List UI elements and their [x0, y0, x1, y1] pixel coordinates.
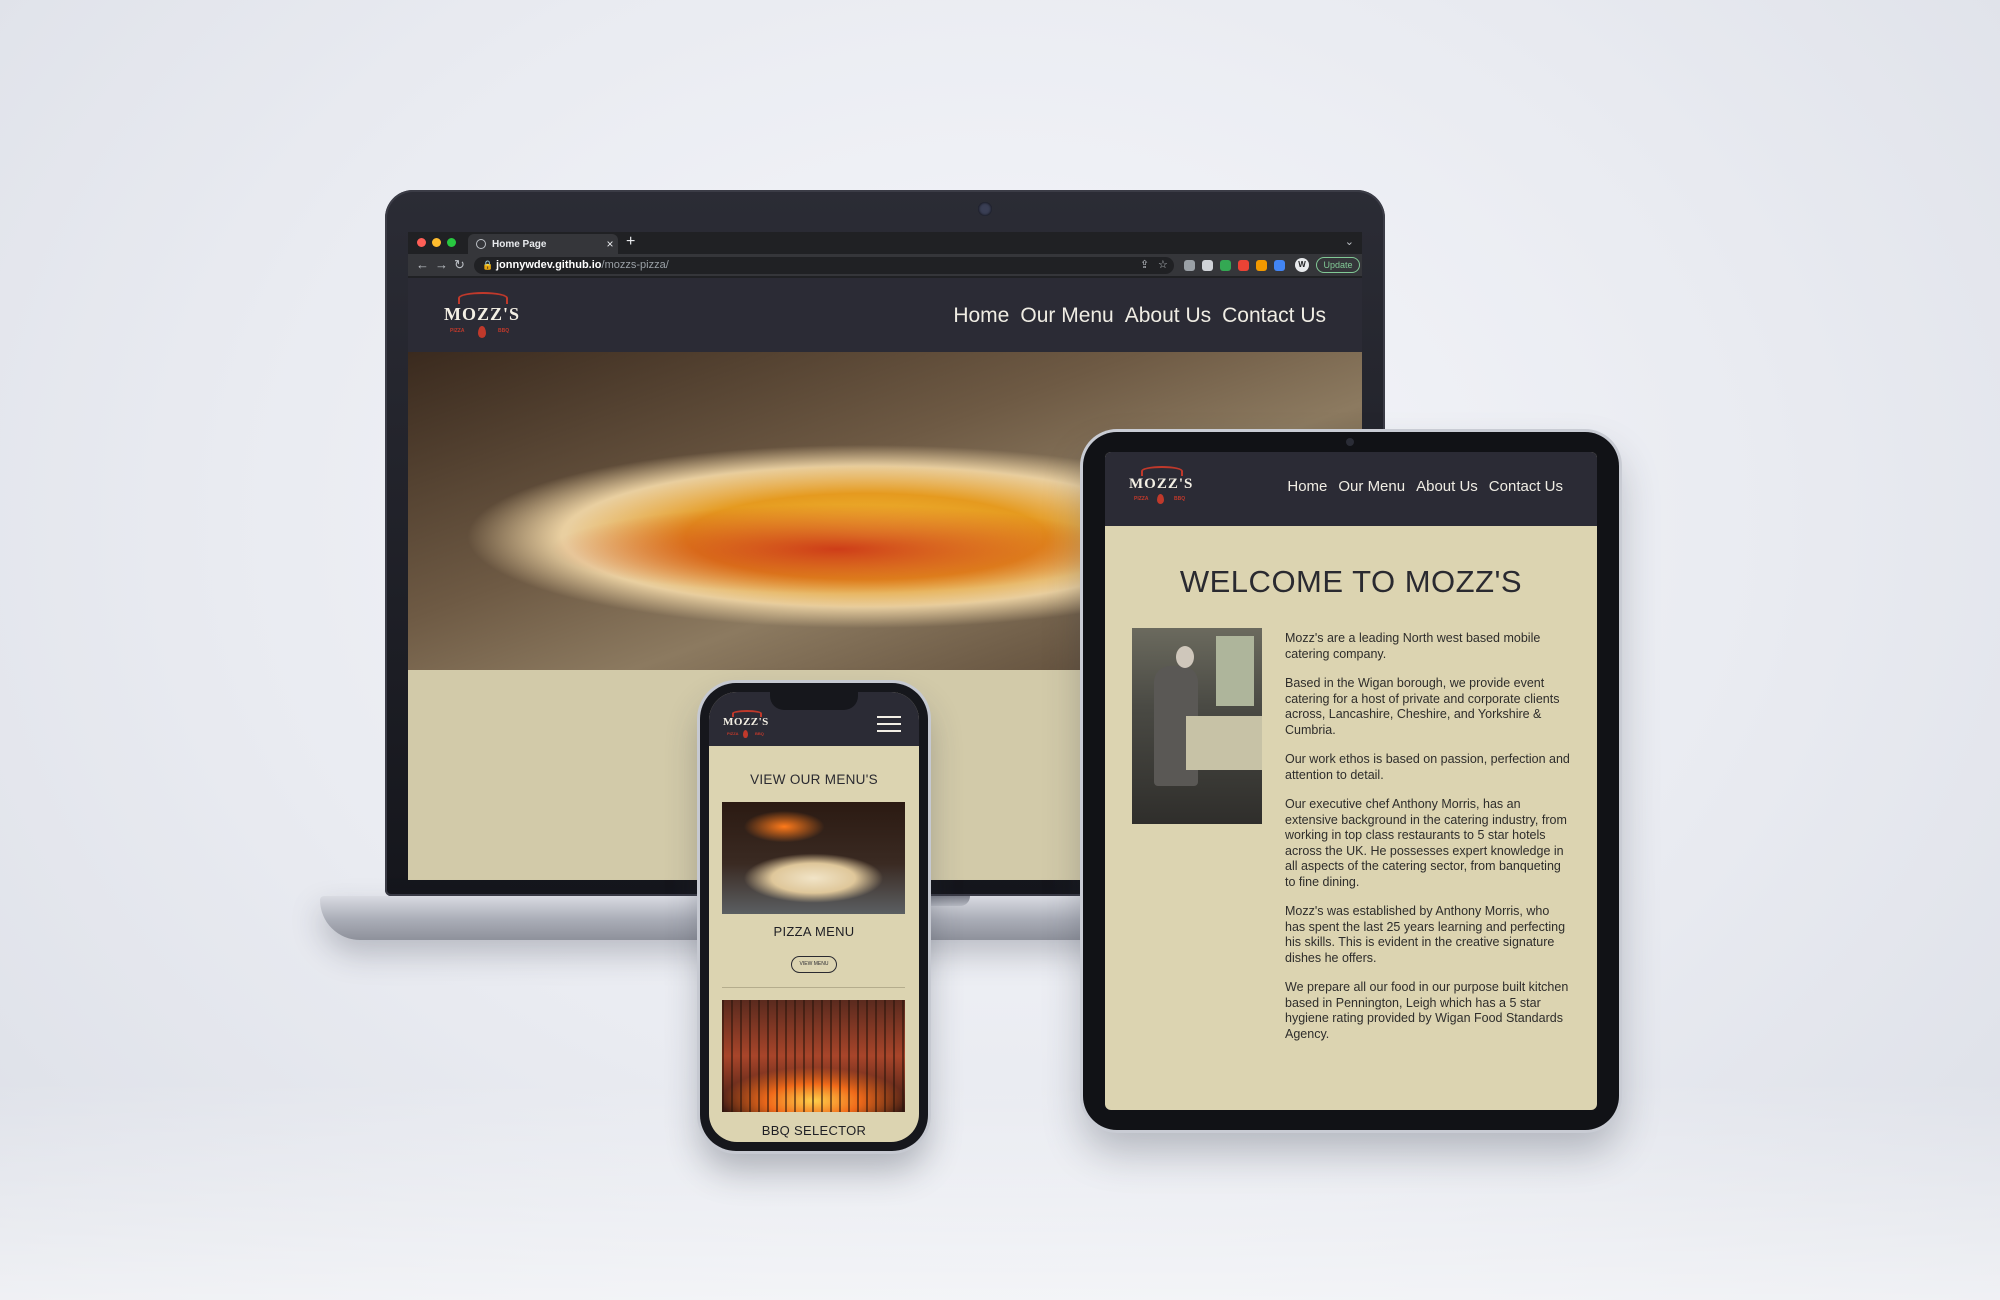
tablet-camera: [1346, 438, 1354, 446]
reload-icon[interactable]: ↻: [454, 257, 465, 273]
about-paragraph: Mozz's was established by Anthony Morris…: [1285, 904, 1566, 965]
brand-logo[interactable]: MOZZ'S PIZZA BBQ: [444, 292, 524, 342]
url-input[interactable]: 🔒 jonnywdev.github.io/mozzs-pizza/ ⇪ ☆: [474, 257, 1174, 274]
desktop-nav: Home Our Menu About Us Contact Us: [953, 304, 1326, 328]
reflective-floor: [0, 1080, 2000, 1300]
nav-home[interactable]: Home: [953, 304, 1009, 328]
laptop-camera: [978, 202, 992, 216]
bbq-selector-image[interactable]: [722, 1000, 905, 1112]
about-paragraph: Mozz's are a leading North west based mo…: [1285, 631, 1541, 661]
pizza-menu-image[interactable]: [722, 802, 905, 914]
extension-note-icon[interactable]: [1202, 260, 1213, 271]
nav-about-us[interactable]: About Us: [1416, 478, 1478, 495]
nav-our-menu[interactable]: Our Menu: [1020, 304, 1113, 328]
nav-contact-us[interactable]: Contact Us: [1489, 478, 1563, 495]
brand-logo[interactable]: MOZZ'S PIZZA BBQ: [1129, 466, 1199, 512]
tablet-nav: Home Our Menu About Us Contact Us: [1287, 478, 1563, 495]
phone-screen: MOZZ'S PIZZA BBQ VIEW OUR MENU'S PIZZA M…: [709, 692, 919, 1142]
tablet-device: MOZZ'S PIZZA BBQ Home Our Menu About Us …: [1083, 432, 1619, 1130]
about-paragraph: Based in the Wigan borough, we provide e…: [1285, 676, 1560, 737]
logo-bbq-tag: BBQ: [755, 731, 764, 736]
menus-heading: VIEW OUR MENU'S: [750, 772, 878, 787]
forward-arrow-icon[interactable]: →: [435, 257, 448, 273]
nav-our-menu[interactable]: Our Menu: [1338, 478, 1405, 495]
logo-pizza-tag: PIZZA: [450, 328, 465, 334]
flame-icon: [1157, 494, 1164, 504]
logo-arc: [1141, 466, 1183, 476]
browser-toolbar: ← → ↻ 🔒 jonnywdev.github.io/mozzs-pizza/…: [408, 254, 1362, 276]
browser-tab-strip: Home Page × + ⌄: [408, 232, 1362, 254]
welcome-title: WELCOME TO MOZZ'S: [1179, 564, 1523, 599]
view-menu-button[interactable]: VIEW MENU: [791, 956, 837, 973]
extension-video-icon[interactable]: [1274, 260, 1285, 271]
about-paragraph: Our executive chef Anthony Morris, has a…: [1285, 797, 1567, 889]
about-paragraph: Our work ethos is based on passion, perf…: [1285, 752, 1570, 782]
chef-photo: [1132, 628, 1262, 824]
lock-icon: 🔒: [482, 260, 494, 270]
logo-wordmark: MOZZ'S: [723, 716, 769, 728]
browser-tab[interactable]: Home Page ×: [468, 234, 618, 254]
star-icon[interactable]: ☆: [1158, 257, 1168, 274]
flame-icon: [478, 326, 486, 338]
extension-colorful-icon[interactable]: [1256, 260, 1267, 271]
photo-window: [1216, 636, 1254, 706]
logo-bbq-tag: BBQ: [498, 328, 510, 334]
bbq-selector-label: BBQ SELECTOR: [761, 1123, 867, 1138]
tab-search-button[interactable]: ⌄: [1345, 235, 1354, 248]
tab-close-button[interactable]: ×: [602, 237, 618, 251]
photo-counter: [1186, 716, 1262, 770]
logo-arc: [458, 292, 508, 304]
photo-chef-head: [1176, 646, 1194, 668]
section-divider: [722, 987, 905, 988]
logo-pizza-tag: PIZZA: [727, 731, 739, 736]
phone-notch: [770, 692, 858, 710]
nav-home[interactable]: Home: [1287, 478, 1327, 495]
phone-device: MOZZ'S PIZZA BBQ VIEW OUR MENU'S PIZZA M…: [700, 683, 928, 1151]
hamburger-menu-icon[interactable]: [877, 716, 901, 737]
window-minimize-dot[interactable]: [432, 238, 441, 247]
extension-adblock-icon[interactable]: [1238, 260, 1249, 271]
about-paragraph: We prepare all our food in our purpose b…: [1285, 980, 1569, 1041]
tab-title: Home Page: [492, 238, 547, 250]
update-button[interactable]: Update: [1316, 257, 1360, 273]
window-close-dot[interactable]: [417, 238, 426, 247]
logo-wordmark: MOZZ'S: [1129, 476, 1194, 492]
extension-camera-icon[interactable]: [1184, 260, 1195, 271]
pizza-menu-label: PIZZA MENU: [773, 924, 855, 939]
about-text: Mozz's are a leading North west based mo…: [1285, 631, 1571, 1056]
window-zoom-dot[interactable]: [447, 238, 456, 247]
tablet-screen: MOZZ'S PIZZA BBQ Home Our Menu About Us …: [1105, 452, 1597, 1110]
flame-icon: [743, 730, 748, 738]
nav-about-us[interactable]: About Us: [1125, 304, 1211, 328]
nav-contact-us[interactable]: Contact Us: [1222, 304, 1326, 328]
logo-pizza-tag: PIZZA: [1134, 496, 1149, 502]
url-host: jonnywdev.github.io: [496, 259, 602, 271]
site-header: MOZZ'S PIZZA BBQ Home Our Menu About Us …: [408, 278, 1362, 352]
globe-icon: [476, 239, 486, 249]
new-tab-button[interactable]: +: [626, 233, 635, 251]
profile-avatar[interactable]: W: [1295, 258, 1309, 272]
brand-logo[interactable]: MOZZ'S PIZZA BBQ: [723, 710, 773, 742]
logo-wordmark: MOZZ'S: [444, 304, 521, 324]
share-icon[interactable]: ⇪: [1140, 257, 1149, 274]
back-arrow-icon[interactable]: ←: [416, 257, 429, 273]
logo-bbq-tag: BBQ: [1174, 496, 1186, 502]
tablet-site-header: MOZZ'S PIZZA BBQ Home Our Menu About Us …: [1105, 452, 1597, 526]
extension-drive-icon[interactable]: [1220, 260, 1231, 271]
url-path: /mozzs-pizza/: [601, 259, 669, 271]
